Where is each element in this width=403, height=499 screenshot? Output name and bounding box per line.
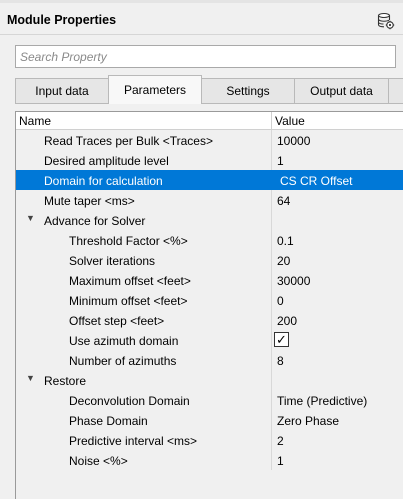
property-value[interactable]: Zero Phase: [277, 414, 339, 428]
property-value[interactable]: 20: [277, 254, 290, 268]
group-name: Advance for Solver: [44, 214, 146, 228]
property-row-threshold-factor[interactable]: Threshold Factor <%> 0.1: [16, 230, 403, 250]
property-name: Deconvolution Domain: [69, 394, 190, 408]
module-properties-panel: Module Properties Input data Parameters …: [0, 0, 403, 499]
property-value[interactable]: 200: [277, 314, 297, 328]
property-name: Domain for calculation: [44, 174, 163, 188]
cell-separator: [271, 250, 272, 270]
property-value[interactable]: 2: [277, 434, 284, 448]
property-row-read-traces[interactable]: Read Traces per Bulk <Traces> 10000: [16, 130, 403, 150]
property-row-number-azimuths[interactable]: Number of azimuths 8: [16, 350, 403, 370]
property-name: Solver iterations: [69, 254, 156, 268]
tab-input-data[interactable]: Input data: [15, 78, 109, 103]
cell-separator: [271, 410, 272, 430]
search-property-input[interactable]: [15, 45, 396, 68]
group-row-restore[interactable]: ▼ Restore: [16, 370, 403, 390]
database-settings-icon[interactable]: [377, 12, 395, 30]
column-header-name[interactable]: Name: [19, 114, 51, 128]
property-name: Noise <%>: [69, 454, 128, 468]
property-row-predictive-interval[interactable]: Predictive interval <ms> 2: [16, 430, 403, 450]
cell-separator: [271, 150, 272, 170]
property-row-offset-step[interactable]: Offset step <feet> 200: [16, 310, 403, 330]
property-row-mute-taper[interactable]: Mute taper <ms> 64: [16, 190, 403, 210]
cell-separator: [271, 370, 272, 390]
property-name: Offset step <feet>: [69, 314, 165, 328]
cell-separator: [271, 390, 272, 410]
property-value[interactable]: 10000: [277, 134, 310, 148]
property-grid: Name Value Read Traces per Bulk <Traces>…: [15, 111, 403, 499]
property-name: Threshold Factor <%>: [69, 234, 188, 248]
header-divider: [0, 34, 403, 35]
cell-separator: [271, 290, 272, 310]
cell-separator: [271, 210, 272, 230]
property-row-use-azimuth[interactable]: Use azimuth domain ✓: [16, 330, 403, 350]
chevron-down-icon[interactable]: ▼: [26, 213, 35, 223]
use-azimuth-checkbox[interactable]: ✓: [274, 332, 289, 347]
property-value[interactable]: 8: [277, 354, 284, 368]
property-name: Predictive interval <ms>: [69, 434, 198, 448]
property-row-noise[interactable]: Noise <%> 1: [16, 450, 403, 470]
tab-settings[interactable]: Settings: [201, 78, 295, 103]
property-row-desired-amplitude[interactable]: Desired amplitude level 1: [16, 150, 403, 170]
property-value[interactable]: 0.1: [277, 234, 294, 248]
tab-parameters[interactable]: Parameters: [108, 75, 202, 104]
group-name: Restore: [44, 374, 87, 388]
cell-separator: [271, 270, 272, 290]
property-row-phase-domain[interactable]: Phase Domain Zero Phase: [16, 410, 403, 430]
property-rows: Read Traces per Bulk <Traces> 10000 Desi…: [16, 130, 403, 470]
property-value[interactable]: Time (Predictive): [277, 394, 367, 408]
property-name: Desired amplitude level: [44, 154, 169, 168]
property-value[interactable]: 30000: [277, 274, 310, 288]
cell-separator: [271, 350, 272, 370]
cell-separator: [271, 230, 272, 250]
property-name: Mute taper <ms>: [44, 194, 135, 208]
tabs-baseline: [15, 103, 403, 104]
chevron-down-icon[interactable]: ▼: [26, 373, 35, 383]
cell-separator: [271, 310, 272, 330]
property-name: Read Traces per Bulk <Traces>: [44, 134, 213, 148]
top-border: [0, 0, 403, 3]
cell-separator: [271, 130, 272, 150]
property-name: Number of azimuths: [69, 354, 177, 368]
cell-separator: [271, 190, 272, 210]
property-name: Use azimuth domain: [69, 334, 179, 348]
property-row-domain-calculation[interactable]: Domain for calculation CS CR Offset: [16, 170, 403, 190]
property-value[interactable]: 0: [277, 294, 284, 308]
column-header-value[interactable]: Value: [275, 114, 305, 128]
property-name: Maximum offset <feet>: [69, 274, 191, 288]
property-name: Minimum offset <feet>: [69, 294, 188, 308]
cell-separator: [271, 450, 272, 470]
property-value[interactable]: 64: [277, 194, 290, 208]
property-name: Phase Domain: [69, 414, 148, 428]
property-value[interactable]: CS CR Offset: [280, 174, 352, 188]
panel-title: Module Properties: [7, 13, 117, 27]
group-row-advance-solver[interactable]: ▼ Advance for Solver: [16, 210, 403, 230]
property-row-solver-iterations[interactable]: Solver iterations 20: [16, 250, 403, 270]
tab-overflow-edge: [388, 78, 403, 103]
grid-header: Name Value: [16, 112, 403, 130]
property-row-maximum-offset[interactable]: Maximum offset <feet> 30000: [16, 270, 403, 290]
cell-separator: [271, 330, 272, 350]
property-row-minimum-offset[interactable]: Minimum offset <feet> 0: [16, 290, 403, 310]
column-separator[interactable]: [271, 112, 272, 130]
property-row-deconvolution-domain[interactable]: Deconvolution Domain Time (Predictive): [16, 390, 403, 410]
property-value[interactable]: 1: [277, 454, 284, 468]
cell-separator: [271, 430, 272, 450]
tab-output-data[interactable]: Output data: [294, 78, 389, 103]
property-value[interactable]: 1: [277, 154, 284, 168]
